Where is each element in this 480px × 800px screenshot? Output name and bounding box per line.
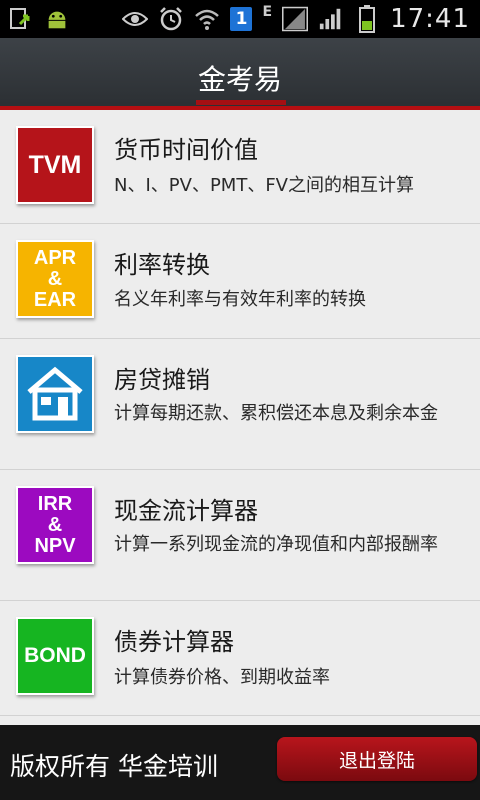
title-underline — [196, 100, 286, 105]
item-desc: 计算一系列现金流的净现值和内部报酬率 — [114, 534, 438, 555]
no-signal-icon — [282, 6, 309, 32]
tvm-icon: TVM — [16, 126, 94, 204]
apr-ear-icon: APR & EAR — [16, 240, 94, 318]
item-title: 利率转换 — [114, 251, 210, 279]
list-item-apr-ear[interactable]: APR & EAR 利率转换 名义年利率与有效年利率的转换 — [0, 224, 480, 339]
copyright-text: 版权所有 华金培训 — [10, 752, 218, 781]
item-title: 货币时间价值 — [114, 136, 258, 164]
house-icon — [16, 355, 94, 433]
network-type: E — [262, 4, 273, 20]
list-item-mortgage[interactable]: 房贷摊销 计算每期还款、累积偿还本息及剩余本金 — [0, 339, 480, 470]
irr-npv-icon: IRR & NPV — [16, 486, 94, 564]
clock: 17:41 — [390, 4, 470, 34]
item-desc: 计算每期还款、累积偿还本息及剩余本金 — [114, 403, 438, 424]
wifi-icon — [194, 6, 220, 32]
item-title: 债券计算器 — [114, 628, 234, 656]
item-desc: N、I、PV、PMT、FV之间的相互计算 — [114, 175, 414, 196]
clipboard-arrow-icon — [8, 6, 34, 32]
bond-icon: BOND — [16, 617, 94, 695]
list-item-tvm[interactable]: TVM 货币时间价值 N、I、PV、PMT、FV之间的相互计算 — [0, 110, 480, 224]
battery-icon — [354, 5, 380, 33]
status-bar: 1 E 17:41 — [0, 0, 480, 38]
list-item-cashflow[interactable]: IRR & NPV 现金流计算器 计算一系列现金流的净现值和内部报酬率 — [0, 470, 480, 601]
calculator-list: TVM 货币时间价值 N、I、PV、PMT、FV之间的相互计算 APR & EA… — [0, 110, 480, 725]
item-title: 现金流计算器 — [114, 497, 258, 525]
footer: 版权所有 华金培训 退出登陆 — [0, 725, 480, 800]
item-desc: 名义年利率与有效年利率的转换 — [114, 289, 366, 310]
item-desc: 计算债券价格、到期收益率 — [114, 667, 330, 688]
eye-icon — [122, 6, 149, 32]
signal-icon — [318, 6, 344, 32]
title-bar: 金考易 — [0, 38, 480, 108]
logout-button[interactable]: 退出登陆 — [277, 737, 477, 781]
android-icon — [44, 6, 70, 32]
list-item-bond[interactable]: BOND 债券计算器 计算债券价格、到期收益率 — [0, 601, 480, 716]
notification-badge: 1 — [230, 7, 253, 31]
item-title: 房贷摊销 — [114, 366, 210, 394]
page-title: 金考易 — [197, 63, 282, 96]
alarm-icon — [158, 6, 184, 32]
